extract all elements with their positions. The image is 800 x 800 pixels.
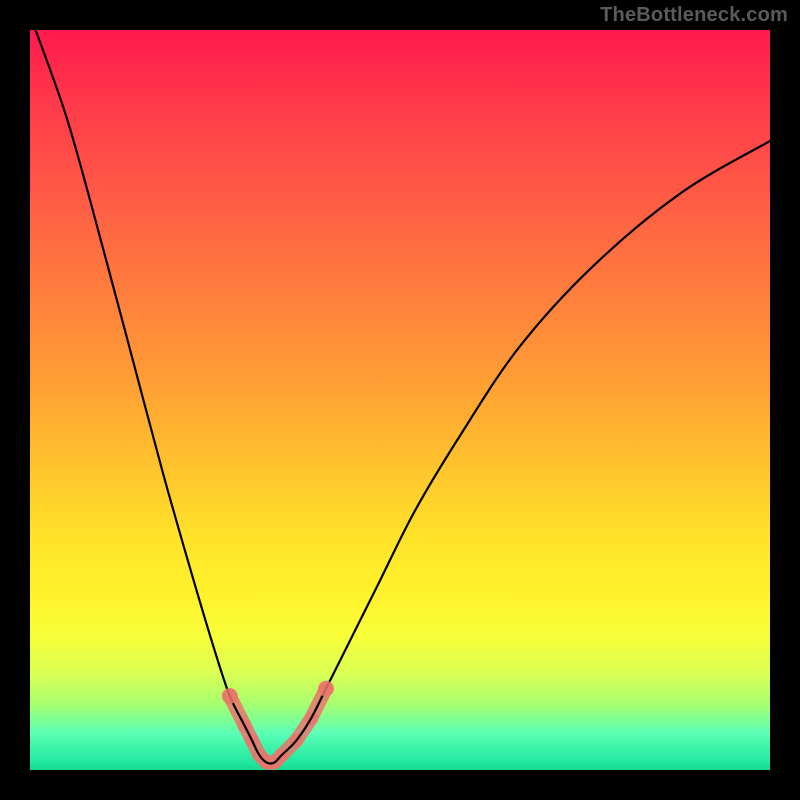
plot-area <box>30 30 770 770</box>
background-gradient <box>30 30 770 770</box>
watermark-text: TheBottleneck.com <box>600 4 788 27</box>
chart-stage: TheBottleneck.com <box>0 0 800 800</box>
